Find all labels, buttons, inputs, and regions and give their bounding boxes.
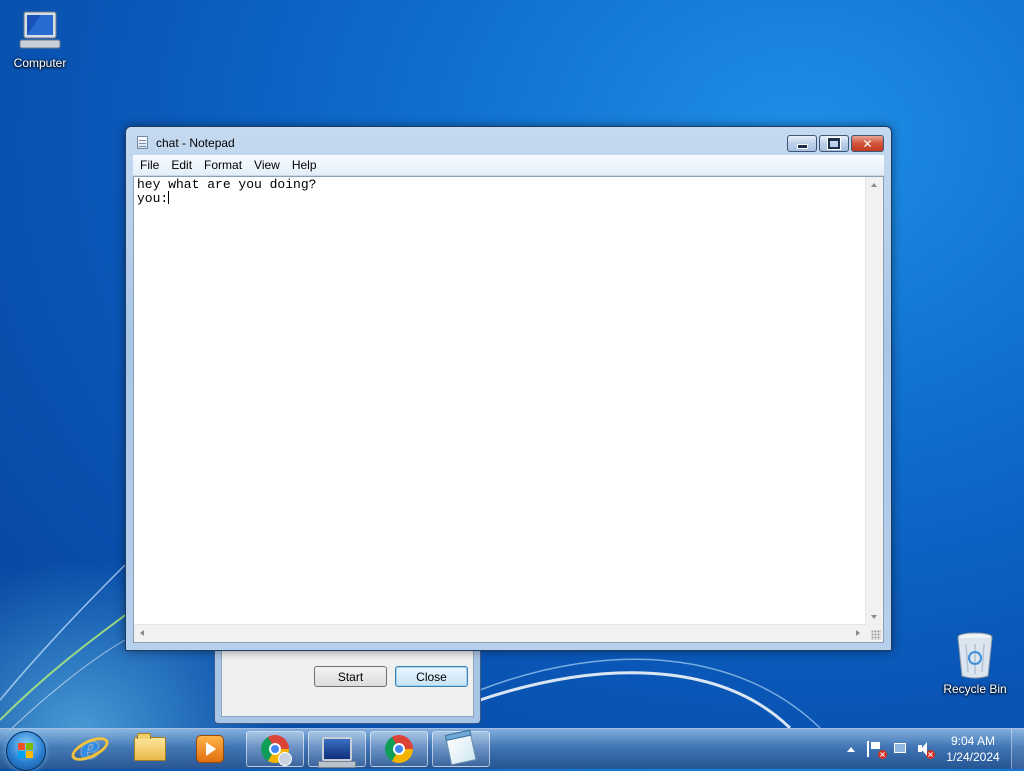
text-line: you: bbox=[137, 191, 169, 206]
scroll-down-icon[interactable] bbox=[871, 615, 877, 619]
error-x-icon: × bbox=[878, 750, 887, 759]
text-caret bbox=[168, 191, 170, 204]
windows-logo-icon bbox=[18, 743, 34, 759]
menu-format[interactable]: Format bbox=[198, 158, 248, 172]
title-bar[interactable]: chat - Notepad ✕ bbox=[126, 127, 891, 155]
scroll-left-icon[interactable] bbox=[140, 630, 144, 636]
taskbar: e × × 9:04 AM 1/24/2024 bbox=[0, 728, 1024, 771]
media-player-icon bbox=[196, 735, 224, 763]
resize-grip-icon bbox=[871, 630, 881, 640]
minimize-button[interactable] bbox=[787, 135, 817, 152]
notepad-window: chat - Notepad ✕ File Edit Format View H… bbox=[125, 126, 892, 651]
close-window-button[interactable]: ✕ bbox=[851, 135, 884, 152]
maximize-icon bbox=[827, 137, 841, 150]
network-icon[interactable] bbox=[893, 741, 909, 757]
background-dialog-body: Start Close bbox=[221, 646, 474, 717]
network-status-icon bbox=[902, 750, 911, 759]
desktop-icon-recycle-bin[interactable]: Recycle Bin bbox=[935, 630, 1015, 696]
menu-view[interactable]: View bbox=[248, 158, 286, 172]
start-button[interactable]: Start bbox=[314, 666, 387, 687]
chrome-icon bbox=[261, 735, 292, 766]
show-hidden-icons-button[interactable] bbox=[843, 741, 859, 757]
vertical-scrollbar[interactable] bbox=[865, 177, 883, 625]
maximize-button[interactable] bbox=[819, 135, 849, 152]
minimize-icon bbox=[796, 144, 808, 149]
background-dialog: Start Close bbox=[214, 645, 481, 724]
clock-time: 9:04 AM bbox=[950, 734, 996, 748]
menu-bar: File Edit Format View Help bbox=[133, 155, 884, 176]
notepad-icon bbox=[445, 732, 477, 766]
taskbar-internet-explorer[interactable]: e bbox=[62, 731, 118, 767]
speaker-muted-icon[interactable]: × bbox=[917, 741, 935, 759]
taskbar-chrome[interactable] bbox=[370, 731, 428, 767]
clock-date: 1/24/2024 bbox=[946, 750, 1000, 764]
horizontal-scrollbar[interactable] bbox=[134, 624, 866, 642]
desktop-icon-label: Computer bbox=[13, 56, 67, 70]
system-clock[interactable]: 9:04 AM 1/24/2024 bbox=[940, 733, 1006, 765]
folder-icon bbox=[134, 733, 166, 761]
close-button[interactable]: Close bbox=[395, 666, 468, 687]
scroll-right-icon[interactable] bbox=[856, 630, 860, 636]
mute-x-icon: × bbox=[926, 750, 935, 759]
action-center-flag-icon[interactable]: × bbox=[867, 741, 887, 759]
notepad-icon bbox=[137, 136, 148, 149]
close-icon: ✕ bbox=[862, 136, 873, 151]
caption-buttons: ✕ bbox=[787, 135, 884, 152]
taskbar-notepad[interactable] bbox=[432, 731, 490, 767]
computer-icon bbox=[19, 11, 61, 49]
start-menu-button[interactable] bbox=[6, 731, 46, 771]
scroll-up-icon[interactable] bbox=[871, 183, 877, 187]
menu-file[interactable]: File bbox=[133, 158, 165, 172]
text-line: hey what are you doing? bbox=[137, 177, 317, 192]
show-desktop-button[interactable] bbox=[1011, 729, 1024, 769]
text-editor[interactable]: hey what are you doing? you: bbox=[133, 176, 884, 643]
window-title: chat - Notepad bbox=[156, 136, 235, 150]
recycle-bin-icon bbox=[957, 632, 993, 679]
notification-area: × × bbox=[843, 729, 935, 769]
profile-badge-icon bbox=[278, 752, 292, 766]
desktop-icon-computer[interactable]: Computer bbox=[0, 8, 80, 70]
chrome-icon bbox=[385, 735, 413, 763]
menu-edit[interactable]: Edit bbox=[165, 158, 198, 172]
size-grip[interactable] bbox=[866, 625, 883, 642]
taskbar-chrome-profile[interactable] bbox=[246, 731, 304, 767]
chevron-up-icon bbox=[847, 746, 855, 752]
taskbar-windows-explorer[interactable] bbox=[122, 731, 178, 767]
text-content[interactable]: hey what are you doing? you: bbox=[137, 178, 863, 622]
taskbar-media-player[interactable] bbox=[182, 731, 238, 767]
menu-help[interactable]: Help bbox=[286, 158, 323, 172]
computer-icon bbox=[318, 737, 356, 768]
desktop-icon-label: Recycle Bin bbox=[943, 682, 1007, 696]
taskbar-remote-computer[interactable] bbox=[308, 731, 366, 768]
text-line-with-caret: you: bbox=[137, 191, 863, 205]
